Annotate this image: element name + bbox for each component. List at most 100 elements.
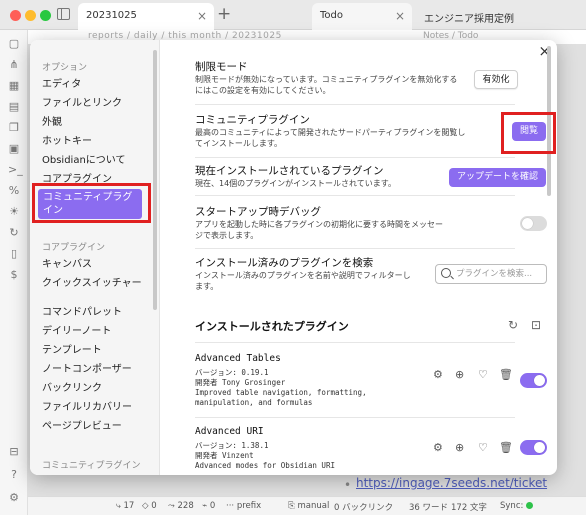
- copy-icon[interactable]: ❐: [8, 122, 20, 134]
- startup-debug-toggle[interactable]: [520, 216, 547, 231]
- nav-item-command-palette[interactable]: コマンドパレット: [42, 306, 154, 319]
- status-item: ⌁ 0: [202, 501, 216, 511]
- nav-heading-community: コミュニティプラグイン: [42, 461, 141, 471]
- folder-icon[interactable]: ⊡: [531, 318, 541, 332]
- status-item: ◇ 0: [142, 501, 157, 511]
- sidebar-toggle-icon[interactable]: [57, 8, 70, 20]
- dollar-icon[interactable]: $: [8, 269, 20, 281]
- divider: [195, 417, 515, 418]
- status-item: ··· prefix: [226, 501, 262, 511]
- tab-todo[interactable]: Todo ×: [312, 3, 412, 30]
- plugin-version: バージョン: 1.38.1: [195, 441, 269, 450]
- trash-icon[interactable]: 🗑: [499, 441, 513, 454]
- plugin-toggle-advanced-tables[interactable]: [520, 373, 547, 388]
- search-icon: [441, 268, 451, 278]
- settings-icon[interactable]: ⚙: [433, 441, 443, 454]
- plugin-author: 開発者 Vinzent: [195, 451, 254, 460]
- nav-item-quick-switcher[interactable]: クイックスイッチャー: [42, 277, 154, 290]
- sync-status[interactable]: Sync:: [500, 501, 535, 511]
- settings-modal: × オプション エディタ ファイルとリンク 外観 ホットキー Obsidianに…: [30, 40, 557, 475]
- trash-icon[interactable]: 🗑: [499, 368, 513, 381]
- new-tab-icon[interactable]: +: [217, 4, 231, 24]
- plugin-advanced-uri: Advanced URI バージョン: 1.38.1 開発者 Vinzent A…: [195, 425, 515, 471]
- help-icon[interactable]: ?: [8, 469, 20, 481]
- nav-heading-options: オプション: [42, 63, 88, 73]
- enable-restricted-button[interactable]: 有効化: [474, 70, 518, 89]
- nav-item-canvas[interactable]: キャンバス: [42, 258, 154, 271]
- zoom-window-button[interactable]: [40, 10, 51, 21]
- divider: [195, 195, 515, 196]
- minimize-window-button[interactable]: [25, 10, 36, 21]
- plugin-description: Improved table navigation, formatting, m…: [195, 388, 367, 407]
- setting-community-plugins: コミュニティプラグイン 最高のコミュニティによって開発されたサードパーティプラグ…: [195, 113, 515, 149]
- tab-engineer-hiring[interactable]: エンジニア採用定例: [416, 3, 566, 30]
- close-window-button[interactable]: [10, 10, 21, 21]
- divider: [195, 157, 515, 158]
- nav-item-files-links[interactable]: ファイルとリンク: [42, 97, 154, 110]
- settings-icon[interactable]: ⚙: [433, 368, 443, 381]
- setting-desc: アプリを起動した時に各プラグインの初期化に要する時間をメッセージで表示します。: [195, 220, 443, 240]
- nav-item-page-preview[interactable]: ページプレビュー: [42, 420, 154, 433]
- nav-item-appearance[interactable]: 外観: [42, 116, 154, 129]
- status-item: ⎘ manual: [288, 501, 330, 511]
- plugin-version: バージョン: 0.19.1: [195, 368, 269, 377]
- lightbulb-icon[interactable]: ☀: [8, 206, 20, 218]
- vault-icon[interactable]: ⊟: [8, 446, 20, 458]
- tab-label: エンジニア採用定例: [424, 14, 514, 25]
- plugin-search-input[interactable]: [456, 268, 544, 280]
- nav-item-templates[interactable]: テンプレート: [42, 344, 154, 357]
- plugin-name: Advanced URI: [195, 426, 264, 437]
- setting-desc: 現在、14個のプラグインがインストールされています。: [195, 179, 396, 188]
- settings-icon[interactable]: ⚙: [8, 492, 20, 504]
- setting-title: コミュニティプラグイン: [195, 114, 310, 126]
- backlink-count: 0 バックリンク: [334, 503, 394, 513]
- grid-icon[interactable]: ▦: [8, 80, 20, 92]
- status-item: ⤷ 17: [116, 501, 135, 511]
- status-item: ⤳ 228: [168, 501, 194, 511]
- plugin-author: 開発者 Tony Grosinger: [195, 378, 286, 387]
- add-hotkey-icon[interactable]: ⊕: [455, 441, 464, 454]
- setting-restricted-mode: 制限モード 制限モードが無効になっています。コミュニティプラグインを無効化するに…: [195, 60, 515, 96]
- tab-label: Todo: [320, 10, 343, 21]
- plugin-name: Advanced Tables: [195, 353, 281, 364]
- setting-desc: 最高のコミュニティによって開発されたサードパーティプラグインを閲覧してインストー…: [195, 128, 466, 148]
- template-icon[interactable]: ▣: [8, 143, 20, 155]
- sync-icon[interactable]: ↻: [8, 227, 20, 239]
- nav-item-about[interactable]: Obsidianについて: [42, 154, 154, 167]
- plugin-advanced-tables: Advanced Tables バージョン: 0.19.1 開発者 Tony G…: [195, 352, 515, 408]
- nav-item-daily-notes[interactable]: デイリーノート: [42, 325, 154, 338]
- document-icon[interactable]: ▯: [8, 248, 20, 260]
- divider: [195, 342, 515, 343]
- nav-item-editor[interactable]: エディタ: [42, 78, 154, 91]
- tab-label: 20231025: [86, 10, 137, 21]
- close-icon[interactable]: ×: [395, 9, 405, 23]
- setting-desc: インストール済みのプラグインを名前や説明でフィルターします。: [195, 271, 411, 291]
- plugin-toggle-advanced-uri[interactable]: [520, 440, 547, 455]
- heart-icon[interactable]: ♡: [478, 368, 488, 381]
- highlight-box: [32, 183, 151, 223]
- close-icon[interactable]: ×: [197, 9, 207, 23]
- nav-item-note-composer[interactable]: ノートコンポーザー: [42, 363, 154, 376]
- divider: [195, 248, 515, 249]
- nav-item-hotkeys[interactable]: ホットキー: [42, 135, 154, 148]
- nav-item-file-recovery[interactable]: ファイルリカバリー: [42, 401, 154, 414]
- setting-title: スタートアップ時デバッグ: [195, 206, 321, 218]
- nav-item-backlinks[interactable]: バックリンク: [42, 382, 154, 395]
- add-hotkey-icon[interactable]: ⊕: [455, 368, 464, 381]
- file-icon[interactable]: ▢: [8, 38, 20, 50]
- highlight-box: [501, 112, 556, 154]
- percent-icon[interactable]: %: [8, 185, 20, 197]
- plugin-search[interactable]: [435, 264, 547, 284]
- divider: [195, 104, 515, 105]
- setting-title: 制限モード: [195, 61, 248, 73]
- check-updates-button[interactable]: アップデートを確認: [449, 168, 546, 187]
- reload-icon[interactable]: ↻: [508, 318, 518, 332]
- nav-scrollbar[interactable]: [153, 50, 157, 310]
- calendar-icon[interactable]: ▤: [8, 101, 20, 113]
- terminal-icon[interactable]: >_: [8, 164, 23, 176]
- tab-20231025[interactable]: 20231025 ×: [78, 3, 214, 30]
- settings-nav: オプション エディタ ファイルとリンク 外観 ホットキー Obsidianについ…: [30, 40, 160, 475]
- heart-icon[interactable]: ♡: [478, 441, 488, 454]
- word-count: 36 ワード: [409, 503, 449, 513]
- graph-icon[interactable]: ⋔: [8, 59, 20, 71]
